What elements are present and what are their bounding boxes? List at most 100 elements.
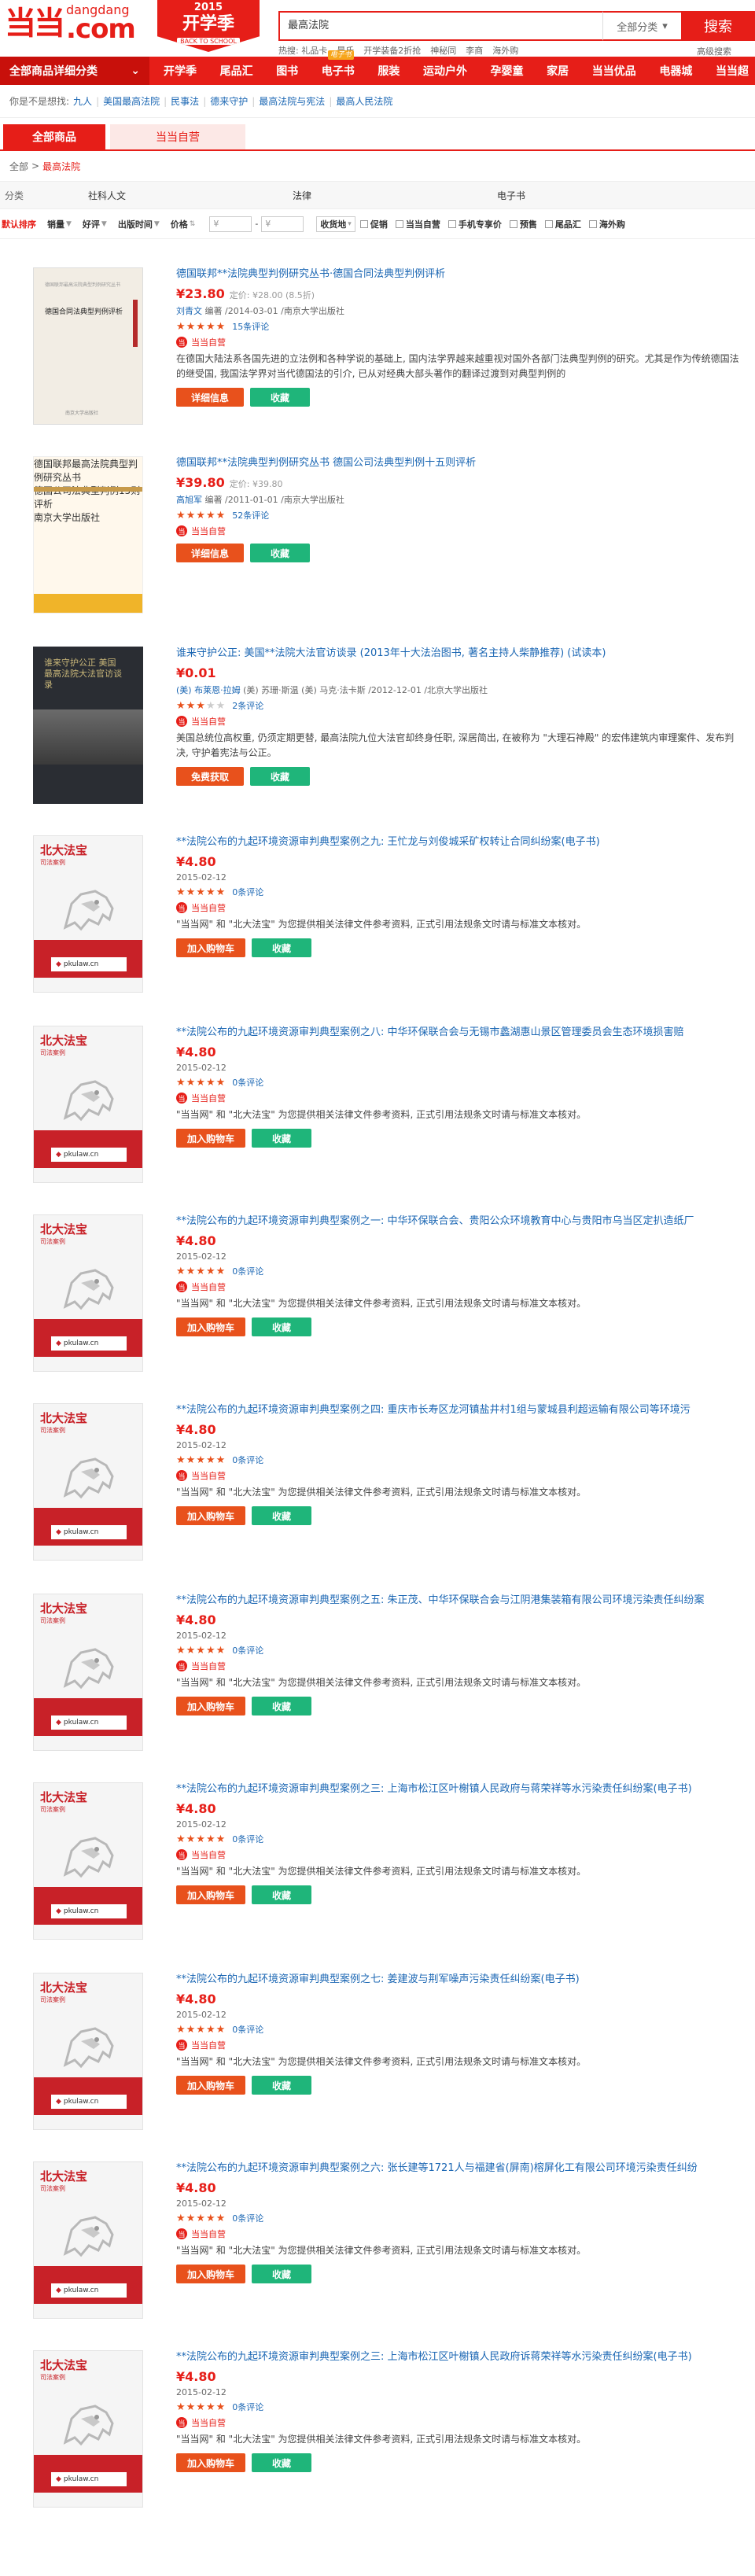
tab-all-products[interactable]: 全部商品: [3, 124, 105, 149]
filter-checkbox[interactable]: 尾品汇: [544, 218, 581, 230]
all-categories-menu[interactable]: 全部商品详细分类 ⌄: [0, 57, 149, 85]
product-cover-image[interactable]: 北大法宝 司法案例 ◆ pkulaw.cn: [33, 1026, 143, 1183]
product-comments-link[interactable]: 0条评论: [232, 2212, 263, 2224]
nav-item[interactable]: 当当优品: [592, 63, 636, 79]
product-primary-button[interactable]: 加入购物车: [176, 1885, 246, 1904]
filter-checkbox[interactable]: 预售: [509, 218, 537, 230]
product-comments-link[interactable]: 0条评论: [232, 1076, 263, 1089]
product-primary-button[interactable]: 加入购物车: [176, 1697, 246, 1715]
product-primary-button[interactable]: 加入购物车: [176, 2265, 246, 2283]
favorite-button[interactable]: 收藏: [252, 1697, 312, 1715]
filter-checkbox[interactable]: 手机专享价: [447, 218, 502, 230]
favorite-button[interactable]: 收藏: [252, 1506, 312, 1525]
search-input[interactable]: 最高法院: [278, 11, 602, 41]
price-from-input[interactable]: ¥: [209, 216, 252, 232]
favorite-button[interactable]: 收藏: [250, 767, 310, 786]
product-title[interactable]: 德国联邦**法院典型判例研究丛书 德国公司法典型判例十五则评析: [176, 456, 742, 470]
product-cover-image[interactable]: 北大法宝 司法案例 ◆ pkulaw.cn: [33, 1594, 143, 1751]
favorite-button[interactable]: 收藏: [252, 2265, 312, 2283]
product-primary-button[interactable]: 免费获取: [176, 767, 244, 786]
nav-item[interactable]: 电器城: [659, 63, 692, 79]
favorite-button[interactable]: 收藏: [252, 938, 312, 957]
favorite-button[interactable]: 收藏: [252, 1129, 312, 1148]
product-primary-button[interactable]: 加入购物车: [176, 1317, 246, 1336]
product-cover-image[interactable]: 德国联邦最高法院典型判例研究丛书 德国合同法典型判例评析 南京大学出版社: [33, 267, 143, 425]
filter-checkbox[interactable]: 促销: [359, 218, 388, 230]
favorite-button[interactable]: 收藏: [252, 1317, 312, 1336]
hotword[interactable]: 神秘同: [430, 44, 456, 57]
product-comments-link[interactable]: 52条评论: [232, 509, 269, 521]
ship-location-select[interactable]: 收货地 ▾: [316, 216, 355, 232]
product-title[interactable]: 德国联邦**法院典型判例研究丛书·德国合同法典型判例评析: [176, 267, 742, 282]
product-title[interactable]: **法院公布的九起环境资源审判典型案例之三: 上海市松江区叶榭镇人民政府诉蒋荣祥…: [176, 2350, 742, 2364]
product-author[interactable]: 高旭军: [176, 495, 202, 505]
product-cover-image[interactable]: 北大法宝 司法案例 ◆ pkulaw.cn: [33, 1782, 143, 1940]
product-comments-link[interactable]: 0条评论: [232, 1454, 263, 1466]
logo[interactable]: 当当 dangdang .com: [5, 4, 136, 43]
product-comments-link[interactable]: 0条评论: [232, 886, 263, 898]
sort-praise[interactable]: 好评 ▼: [83, 218, 107, 230]
product-primary-button[interactable]: 加入购物车: [176, 2453, 246, 2472]
product-comments-link[interactable]: 0条评论: [232, 2023, 263, 2036]
nav-item[interactable]: 运动户外: [423, 63, 467, 79]
suggestion-link[interactable]: 九人: [73, 94, 92, 108]
product-title[interactable]: **法院公布的九起环境资源审判典型案例之四: 重庆市长寿区龙河镇盐井村1组与蒙城…: [176, 1403, 742, 1417]
nav-item[interactable]: 图书: [276, 63, 298, 79]
favorite-button[interactable]: 收藏: [250, 388, 310, 407]
product-comments-link[interactable]: 15条评论: [232, 320, 269, 333]
product-comments-link[interactable]: 2条评论: [232, 699, 263, 712]
hotword[interactable]: 热搜: 礼品卡: [278, 44, 327, 57]
product-author[interactable]: 刘青文: [176, 306, 202, 316]
product-cover-image[interactable]: 北大法宝 司法案例 ◆ pkulaw.cn: [33, 1403, 143, 1561]
product-primary-button[interactable]: 加入购物车: [176, 1129, 246, 1148]
suggestion-link[interactable]: 民事法: [171, 94, 199, 108]
product-primary-button[interactable]: 详细信息: [176, 544, 244, 562]
favorite-button[interactable]: 收藏: [250, 544, 310, 562]
product-comments-link[interactable]: 0条评论: [232, 2401, 263, 2413]
product-cover-image[interactable]: 北大法宝 司法案例 ◆ pkulaw.cn: [33, 1973, 143, 2130]
product-comments-link[interactable]: 0条评论: [232, 1265, 263, 1277]
hotword[interactable]: 李商: [466, 44, 483, 57]
sort-sales[interactable]: 销量 ▼: [47, 218, 72, 230]
product-title[interactable]: **法院公布的九起环境资源审判典型案例之九: 王忙龙与刘俊城采矿权转让合同纠纷案…: [176, 835, 742, 849]
product-title[interactable]: **法院公布的九起环境资源审判典型案例之五: 朱正茂、中华环保联合会与江阴港集装…: [176, 1594, 742, 1608]
nav-item[interactable]: 尾品汇: [220, 63, 253, 79]
nav-item[interactable]: 服装: [378, 63, 400, 79]
nav-item[interactable]: 孕婴童: [491, 63, 524, 79]
product-cover-image[interactable]: 北大法宝 司法案例 ◆ pkulaw.cn: [33, 835, 143, 993]
search-button[interactable]: 搜索: [681, 11, 755, 41]
suggestion-link[interactable]: 最高人民法院: [336, 94, 392, 108]
favorite-button[interactable]: 收藏: [252, 1885, 312, 1904]
filter-option[interactable]: 社科人文: [88, 189, 293, 202]
promo-banner[interactable]: 2015 开学季 BACK TO SCHOOL: [157, 0, 260, 52]
product-title[interactable]: **法院公布的九起环境资源审判典型案例之七: 姜建波与荆军噪声污染责任纠纷案(电…: [176, 1973, 742, 1987]
product-primary-button[interactable]: 详细信息: [176, 388, 244, 407]
product-cover-image[interactable]: 北大法宝 司法案例 ◆ pkulaw.cn: [33, 1214, 143, 1372]
favorite-button[interactable]: 收藏: [252, 2453, 312, 2472]
product-cover-image[interactable]: 北大法宝 司法案例 ◆ pkulaw.cn: [33, 2161, 143, 2319]
suggestion-link[interactable]: 美国最高法院: [103, 94, 160, 108]
hotword[interactable]: 海外购: [492, 44, 518, 57]
nav-item[interactable]: 家居: [547, 63, 569, 79]
tab-self-operated[interactable]: 当当自营: [110, 124, 245, 149]
product-title[interactable]: **法院公布的九起环境资源审判典型案例之六: 张长建等1721人与福建省(屏南)…: [176, 2161, 742, 2176]
product-title[interactable]: **法院公布的九起环境资源审判典型案例之八: 中华环保联合会与无锡市蠡湖惠山景区…: [176, 1026, 742, 1040]
filter-checkbox[interactable]: 海外购: [588, 218, 625, 230]
sort-pubtime[interactable]: 出版时间 ▼: [118, 218, 160, 230]
filter-option[interactable]: 电子书: [497, 189, 702, 202]
product-author[interactable]: (美) 布莱恩·拉姆: [176, 685, 241, 695]
suggestion-link[interactable]: 最高法院与宪法: [259, 94, 325, 108]
price-to-input[interactable]: ¥: [261, 216, 304, 232]
search-category-select[interactable]: 全部分类 ▾: [602, 11, 681, 41]
product-cover-image[interactable]: 谁来守护公正 美国最高法院大法官访谈录: [33, 647, 143, 804]
breadcrumb-root[interactable]: 全部: [9, 160, 28, 173]
filter-option[interactable]: 法律: [293, 189, 497, 202]
hotword[interactable]: 开学装备2折抢: [363, 44, 421, 57]
advanced-search-link[interactable]: 高级搜索: [697, 45, 731, 57]
suggestion-link[interactable]: 德来守护: [210, 94, 248, 108]
nav-item[interactable]: 当当超: [716, 63, 749, 79]
product-primary-button[interactable]: 加入购物车: [176, 1506, 246, 1525]
product-primary-button[interactable]: 加入购物车: [176, 938, 246, 957]
nav-item[interactable]: 开学季: [164, 63, 197, 79]
product-title[interactable]: 谁来守护公正: 美国**法院大法官访谈录 (2013年十大法治图书, 著名主持人…: [176, 647, 742, 661]
